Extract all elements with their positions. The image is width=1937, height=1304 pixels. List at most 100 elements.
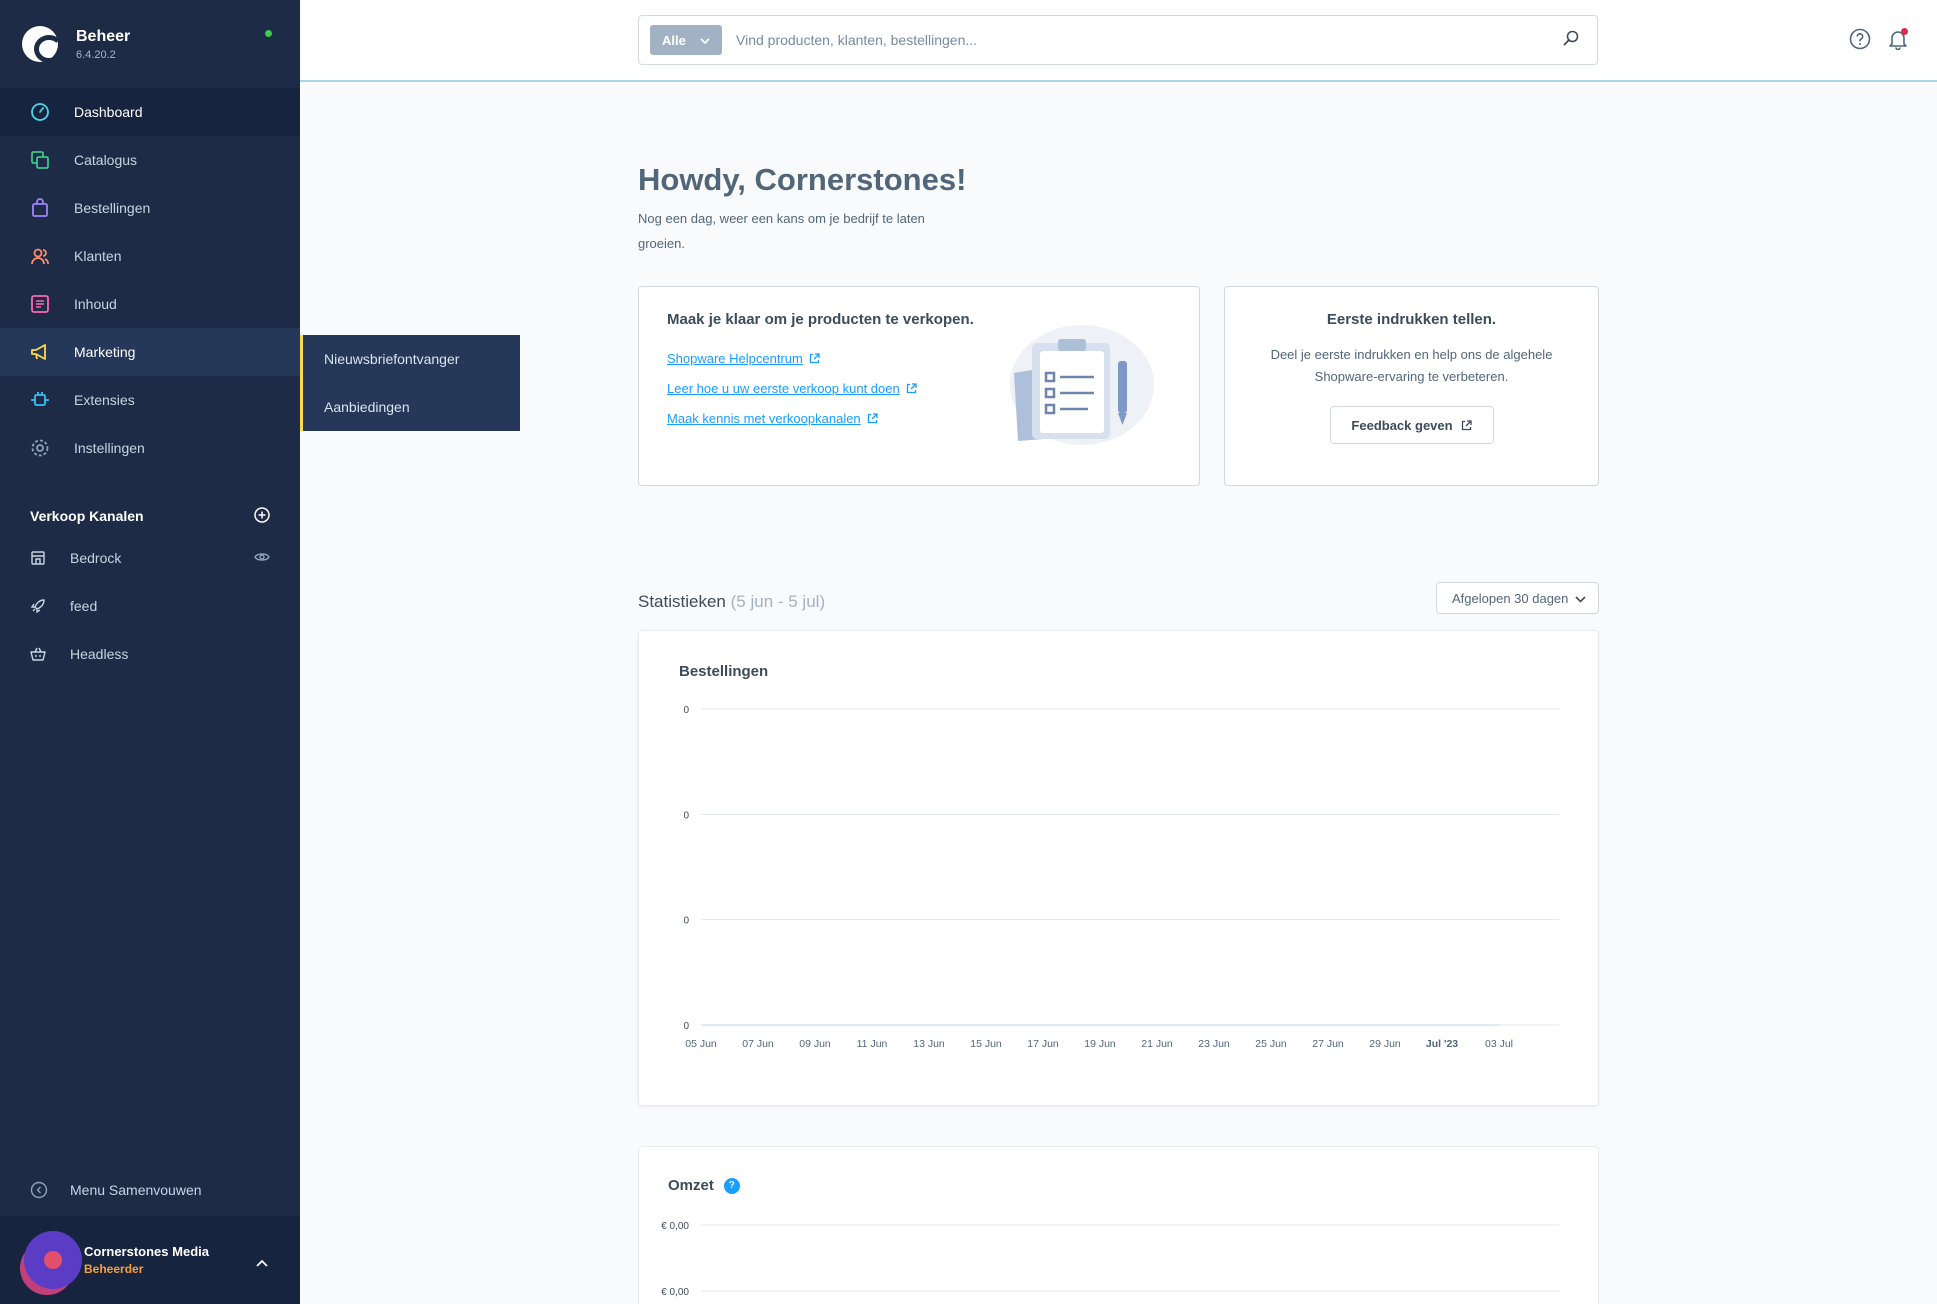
feedback-button[interactable]: Feedback geven bbox=[1329, 406, 1494, 444]
link-help-center[interactable]: Shopware Helpcentrum bbox=[667, 343, 917, 373]
button-label: Feedback geven bbox=[1351, 417, 1453, 433]
x-tick-label: 19 Jun bbox=[1084, 1038, 1116, 1050]
nav-item-content[interactable]: Inhoud bbox=[0, 280, 300, 328]
flyout-item-newsletter[interactable]: Nieuwsbriefontvanger bbox=[303, 335, 520, 383]
nav-item-catalog[interactable]: Catalogus bbox=[0, 136, 300, 184]
y-tick-label: 0 bbox=[683, 810, 689, 821]
orders-chart: 0 0 0 0 05 Jun 07 Jun 09 Jun 11 Jun 13 Jun 15 Jun… bbox=[683, 705, 1559, 1050]
nav-item-settings[interactable]: Instellingen bbox=[0, 424, 300, 472]
page-title: Howdy, Cornerstones! bbox=[638, 162, 967, 197]
marketing-flyout-menu: Nieuwsbriefontvanger Aanbiedingen bbox=[300, 335, 520, 431]
user-info: Cornerstones Media Beheerder bbox=[84, 1244, 209, 1276]
nav-item-dashboard[interactable]: Dashboard bbox=[0, 88, 300, 136]
y-tick-label: € 0,00 bbox=[661, 1287, 689, 1298]
sales-channel-bedrock[interactable]: Bedrock bbox=[0, 534, 300, 582]
notifications-bell-icon[interactable] bbox=[1887, 28, 1909, 55]
notification-badge bbox=[1901, 28, 1908, 35]
topbar-actions bbox=[1849, 28, 1909, 55]
x-tick-label: 07 Jun bbox=[742, 1038, 774, 1050]
status-indicator bbox=[265, 30, 272, 37]
sales-channel-label: Headless bbox=[70, 646, 129, 662]
help-links: Shopware Helpcentrum Leer hoe u uw eerst… bbox=[667, 343, 917, 433]
card-title: Eerste indrukken tellen. bbox=[1326, 311, 1497, 328]
card-text: Deel je eerste indrukken en help ons de … bbox=[1270, 347, 1553, 384]
nav-label: Dashboard bbox=[74, 104, 143, 120]
search-input[interactable] bbox=[736, 32, 1563, 48]
sidebar: Beheer 6.4.20.2 Dashboard Catalogus Best… bbox=[0, 0, 300, 1304]
global-search: Alle bbox=[638, 15, 1598, 65]
nav-label: Instellingen bbox=[74, 440, 145, 456]
external-link-icon bbox=[906, 382, 917, 394]
link-label: Leer hoe u uw eerste verkoop kunt doen bbox=[667, 380, 900, 396]
y-tick-label: 0 bbox=[683, 1021, 689, 1032]
getting-started-card: Maak je klaar om je producten te verkope… bbox=[638, 286, 1200, 486]
x-tick-label: 21 Jun bbox=[1141, 1038, 1173, 1050]
nav-item-extensions[interactable]: Extensies bbox=[0, 376, 300, 424]
feedback-card: Eerste indrukken tellen. Deel je eerste … bbox=[1224, 286, 1599, 486]
flyout-item-promotions[interactable]: Aanbiedingen bbox=[303, 383, 520, 431]
chevron-up-icon[interactable] bbox=[256, 1254, 268, 1272]
sales-channels-heading: Verkoop Kanalen bbox=[0, 498, 300, 534]
link-sales-channels[interactable]: Maak kennis met verkoopkanalen bbox=[667, 403, 917, 433]
avatar bbox=[24, 1231, 82, 1289]
search-type-select[interactable]: Alle bbox=[650, 25, 722, 55]
nav-item-marketing[interactable]: Marketing bbox=[0, 328, 300, 376]
x-tick-label: Jul '23 bbox=[1426, 1038, 1458, 1050]
catalog-icon bbox=[30, 150, 50, 170]
rocket-icon bbox=[30, 598, 46, 614]
app-title: Beheer bbox=[76, 27, 131, 45]
card-title: Maak je klaar om je producten te verkope… bbox=[667, 311, 974, 328]
megaphone-icon bbox=[30, 342, 50, 362]
dashboard-icon bbox=[30, 102, 50, 122]
period-label: Afgelopen 30 dagen bbox=[1452, 590, 1569, 606]
x-tick-label: 29 Jun bbox=[1369, 1038, 1401, 1050]
sales-channel-headless[interactable]: Headless bbox=[0, 630, 300, 678]
basket-icon bbox=[30, 646, 46, 662]
external-link-icon bbox=[1461, 419, 1472, 431]
plug-icon bbox=[30, 390, 50, 410]
period-select[interactable]: Afgelopen 30 dagen bbox=[1436, 582, 1599, 614]
y-tick-label: 0 bbox=[683, 916, 689, 927]
search-icon[interactable] bbox=[1563, 30, 1579, 51]
content-icon bbox=[30, 294, 50, 314]
nav-item-customers[interactable]: Klanten bbox=[0, 232, 300, 280]
x-tick-label: 17 Jun bbox=[1027, 1038, 1059, 1050]
shopware-logo-icon[interactable] bbox=[22, 26, 64, 63]
sales-channels-title: Verkoop Kanalen bbox=[30, 508, 144, 524]
link-label: Maak kennis met verkoopkanalen bbox=[667, 410, 861, 426]
app-title-block: Beheer 6.4.20.2 bbox=[76, 28, 130, 61]
users-icon bbox=[30, 246, 50, 266]
x-tick-label: 23 Jun bbox=[1198, 1038, 1230, 1050]
add-sales-channel-icon[interactable] bbox=[254, 506, 270, 526]
app-version: 6.4.20.2 bbox=[76, 48, 116, 61]
external-link-icon bbox=[809, 352, 820, 364]
help-icon[interactable] bbox=[1849, 28, 1871, 55]
nav-label: Marketing bbox=[74, 344, 136, 360]
x-tick-label: 05 Jun bbox=[685, 1038, 717, 1050]
nav-item-orders[interactable]: Bestellingen bbox=[0, 184, 300, 232]
x-tick-label: 15 Jun bbox=[970, 1038, 1002, 1050]
collapse-menu-button[interactable]: Menu Samenvouwen bbox=[0, 1168, 300, 1212]
chevron-down-icon bbox=[1575, 591, 1586, 606]
x-tick-label: 03 Jul bbox=[1485, 1038, 1513, 1050]
x-tick-label: 25 Jun bbox=[1255, 1038, 1287, 1050]
x-tick-label: 09 Jun bbox=[799, 1038, 831, 1050]
chevron-down-icon bbox=[700, 33, 710, 48]
bag-icon bbox=[30, 198, 50, 218]
y-tick-label: € 0,00 bbox=[661, 1221, 689, 1232]
orders-chart-card: Bestellingen 0 0 0 0 05 Jun 07 Jun 09 Jun 11 Ju… bbox=[638, 630, 1599, 1106]
user-role: Beheerder bbox=[84, 1262, 144, 1276]
nav-label: Extensies bbox=[74, 392, 135, 408]
link-first-sale[interactable]: Leer hoe u uw eerste verkoop kunt doen bbox=[667, 373, 917, 403]
user-name: Cornerstones Media bbox=[84, 1244, 209, 1259]
statistics-title: Statistieken bbox=[638, 592, 726, 611]
nav-label: Bestellingen bbox=[74, 200, 151, 216]
clipboard-illustration-icon bbox=[1004, 325, 1154, 454]
sales-channel-feed[interactable]: feed bbox=[0, 582, 300, 630]
statistics-heading: Statistieken (5 jun - 5 jul) bbox=[638, 592, 825, 612]
nav-label: Catalogus bbox=[74, 152, 138, 168]
gear-icon bbox=[30, 438, 50, 458]
user-menu[interactable]: Cornerstones Media Beheerder bbox=[0, 1216, 300, 1304]
revenue-chart: € 0,00 € 0,00 bbox=[661, 1221, 1559, 1298]
eye-icon[interactable] bbox=[254, 550, 270, 567]
